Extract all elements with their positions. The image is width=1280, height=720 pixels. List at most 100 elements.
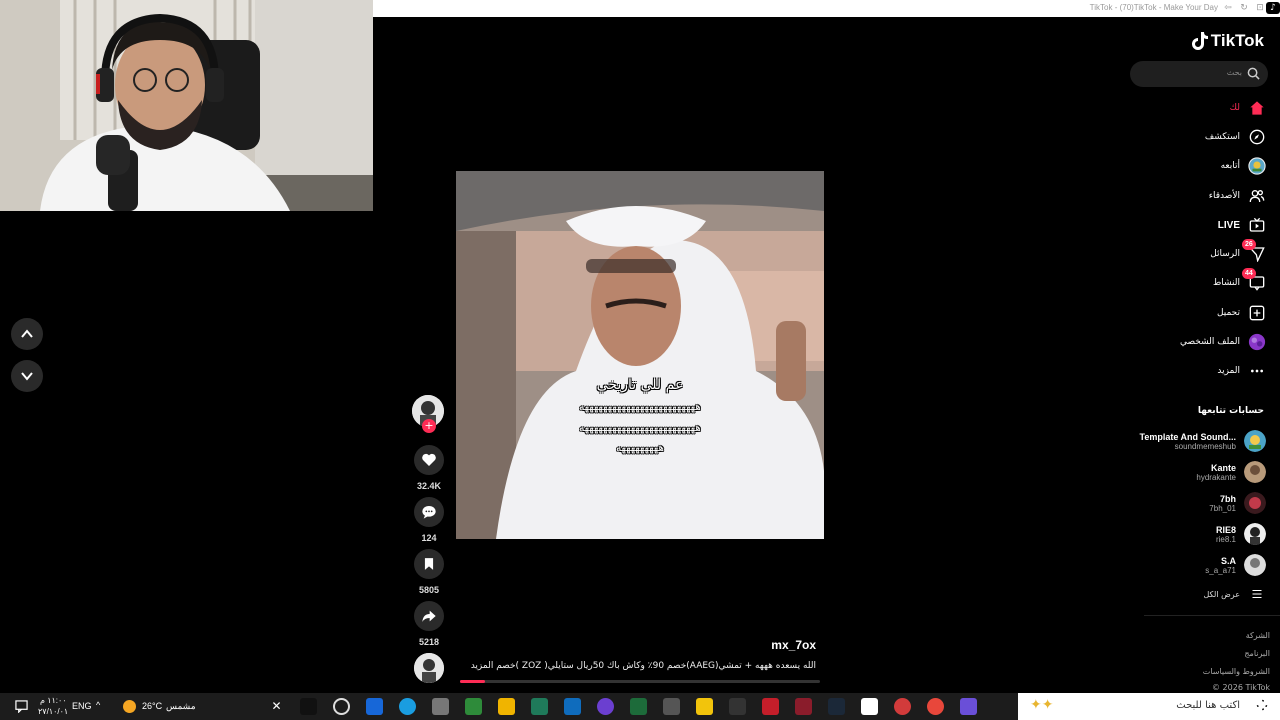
follow-plus-icon[interactable]: + — [422, 419, 436, 433]
taskbar-search-placeholder: اكتب هنا للبحث — [1176, 700, 1240, 711]
tiktok-note-icon — [1191, 32, 1208, 50]
windows-start-icon[interactable] — [1256, 699, 1270, 713]
nav-profile[interactable]: الملف الشخصي — [1180, 332, 1266, 352]
copilot-icon[interactable] — [960, 698, 977, 715]
nav-activity-label: النشاط — [1212, 278, 1240, 288]
see-all-label: عرض الكل — [1203, 589, 1240, 599]
taskbar-search[interactable]: اكتب هنا للبحث ✦✦ — [1018, 693, 1280, 720]
outlook-icon[interactable] — [564, 698, 581, 715]
home-icon — [1248, 99, 1266, 117]
footer-company[interactable]: الشركة — [1246, 631, 1270, 640]
video-progress-bar[interactable] — [460, 680, 820, 683]
nav-activity[interactable]: النشاط 44 — [1212, 268, 1266, 293]
sparkle-icon: ✦✦ — [1030, 697, 1054, 713]
nav-live[interactable]: LIVE — [1218, 215, 1266, 235]
see-all-following[interactable]: عرض الكل — [1203, 584, 1266, 604]
account-avatar — [1244, 461, 1266, 483]
app-grey-icon[interactable] — [432, 698, 449, 715]
nav-foryou[interactable]: لك — [1230, 98, 1266, 118]
nav-more[interactable]: المزيد — [1217, 361, 1266, 381]
video-player[interactable]: عم للي تاريخي هههههههههههههههههههههههههه… — [456, 171, 824, 539]
previous-video-button[interactable] — [11, 318, 43, 350]
app-purple-icon[interactable] — [597, 698, 614, 715]
comment-count: 124 — [421, 533, 437, 543]
following-account[interactable]: Kante hydrakante — [1196, 459, 1266, 485]
reload-icon[interactable]: ↻ — [1238, 2, 1250, 14]
footer-program[interactable]: البرنامج — [1244, 649, 1270, 658]
adobe-icon[interactable] — [795, 698, 812, 715]
tray-chevron-icon[interactable]: ^ — [96, 700, 100, 710]
nav-explore-label: استكشف — [1204, 132, 1240, 142]
back-icon[interactable]: ⇦ — [1222, 2, 1234, 14]
video-author[interactable]: mx_7ox — [771, 638, 816, 652]
following-account[interactable]: RIE8 rie8.1 — [1216, 521, 1266, 547]
nav-explore[interactable]: استكشف — [1205, 127, 1266, 147]
video-description: الله يسعده هههه + تمشي(AAEG)خصم 90٪ وكاش… — [470, 661, 816, 671]
epic-games-icon[interactable] — [729, 698, 746, 715]
bookmark-icon — [424, 558, 434, 570]
account-avatar — [1244, 523, 1266, 545]
logo-text: TikTok — [1210, 31, 1264, 50]
like-button[interactable] — [414, 445, 444, 475]
steam-icon[interactable] — [828, 698, 845, 715]
nav-friends[interactable]: الأصدقاء — [1209, 186, 1266, 206]
nav-upload[interactable]: تحميل — [1217, 303, 1266, 323]
rockstar-icon[interactable] — [696, 698, 713, 715]
window-title: TikTok - (70)TikTok - Make Your Day — [1089, 3, 1218, 12]
pin-taskbar-icon[interactable]: ✕ — [268, 698, 285, 715]
app-red2-icon[interactable] — [762, 698, 779, 715]
chrome-icon[interactable] — [927, 698, 944, 715]
clock-date[interactable]: ٢٧/١٠/٠١ — [38, 707, 68, 716]
nav-friends-label: الأصدقاء — [1208, 191, 1240, 201]
following-accounts-title: حسابات تتابعها — [1197, 406, 1264, 416]
chevron-down-icon — [21, 372, 33, 381]
save-button[interactable] — [414, 549, 444, 579]
grid-app-icon[interactable] — [663, 698, 680, 715]
xbox-icon[interactable] — [465, 698, 482, 715]
language-indicator[interactable]: ENG — [72, 701, 92, 711]
excel-icon[interactable] — [630, 698, 647, 715]
upload-plus-icon — [1248, 304, 1266, 322]
obs-icon[interactable] — [333, 698, 350, 715]
creator-avatar-small[interactable] — [414, 653, 444, 683]
edge-icon[interactable] — [399, 698, 416, 715]
app-green-icon[interactable] — [531, 698, 548, 715]
next-video-button[interactable] — [11, 360, 43, 392]
following-account[interactable]: 7bh 7bh_01 — [1209, 490, 1266, 516]
notification-icon[interactable] — [15, 700, 28, 713]
search-input[interactable]: بحث — [1130, 61, 1268, 87]
share-button[interactable] — [414, 601, 444, 631]
tiktok-logo[interactable]: TikTok — [1191, 31, 1264, 51]
video-actions: + 32.4K 124 5805 5218 — [412, 395, 446, 647]
nav-profile-label: الملف الشخصي — [1180, 337, 1240, 347]
tiktok-app-icon[interactable]: ♪ — [1266, 2, 1280, 14]
footer-terms[interactable]: الشروط والسياسات — [1203, 667, 1270, 676]
pin-icon[interactable]: ⊡ — [1254, 2, 1266, 14]
nav-following[interactable]: أتابعه — [1221, 156, 1266, 176]
video-caption-line2: هههههههههههههههههههههههههه — [579, 402, 701, 413]
capcut-icon[interactable] — [861, 698, 878, 715]
comment-button[interactable] — [414, 497, 444, 527]
nav-messages[interactable]: الرسائل 26 — [1210, 239, 1266, 264]
video-progress-fill — [460, 680, 486, 683]
video-frame — [456, 171, 824, 539]
file-explorer-icon[interactable] — [498, 698, 515, 715]
nav-upload-label: تحميل — [1216, 308, 1240, 318]
more-dots-icon — [1248, 362, 1266, 380]
account-handle: rie8.1 — [1215, 534, 1236, 544]
video-caption-line4: هههههههههه — [616, 443, 664, 454]
sidebar: TikTok بحث لك استكشف أتابعه الأصدقاء LIV… — [1120, 17, 1280, 693]
account-name: Kante — [1210, 462, 1236, 473]
following-account[interactable]: S.A s_a_a71 — [1205, 552, 1266, 578]
nav-more-label: المزيد — [1217, 366, 1240, 376]
weather-label: مشمس — [166, 701, 196, 711]
store-icon[interactable] — [366, 698, 383, 715]
tiktok-taskbar-icon[interactable] — [300, 698, 317, 715]
sun-icon — [123, 700, 136, 713]
following-account[interactable]: Template And Sound... soundmemeshub — [1140, 428, 1266, 454]
inbox-icon: 44 — [1242, 268, 1266, 292]
clock-time[interactable]: ١١:٠٠ م — [40, 696, 67, 705]
account-handle: soundmemeshub — [1174, 441, 1236, 451]
app-red-icon[interactable] — [894, 698, 911, 715]
friends-icon — [1248, 187, 1266, 205]
